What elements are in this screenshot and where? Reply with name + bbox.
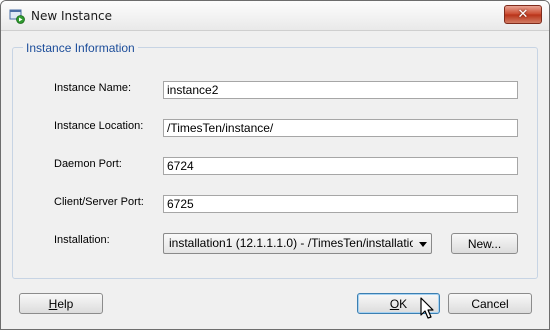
- client-server-port-label: Client/Server Port:: [54, 196, 144, 208]
- help-label-rest: elp: [57, 296, 74, 311]
- new-installation-button[interactable]: New...: [451, 233, 518, 254]
- instance-location-label: Instance Location:: [54, 120, 144, 132]
- window-title: New Instance: [31, 9, 113, 23]
- help-button[interactable]: Help: [19, 293, 103, 314]
- daemon-port-label: Daemon Port:: [54, 158, 122, 170]
- close-button[interactable]: ✕: [504, 5, 542, 24]
- chevron-down-icon: [419, 242, 427, 247]
- client-server-port-input[interactable]: [163, 195, 518, 213]
- ok-mnemonic: O: [389, 296, 400, 311]
- group-legend: Instance Information: [23, 41, 138, 55]
- instance-name-input[interactable]: [163, 81, 518, 99]
- cancel-button-label: Cancel: [471, 296, 509, 311]
- daemon-port-input[interactable]: [163, 157, 518, 175]
- close-icon: ✕: [517, 7, 529, 22]
- installation-select[interactable]: installation1 (12.1.1.1.0) - /TimesTen/i…: [163, 233, 432, 254]
- instance-name-label: Instance Name:: [54, 82, 132, 94]
- ok-label-rest: K: [399, 296, 408, 311]
- instance-location-input[interactable]: [163, 119, 518, 137]
- new-button-label: New...: [467, 236, 502, 251]
- cancel-button[interactable]: Cancel: [448, 293, 532, 314]
- installation-label: Installation:: [54, 234, 110, 246]
- new-instance-dialog: New Instance ✕ Instance Information Inst…: [0, 0, 550, 330]
- mouse-pointer-icon: [420, 297, 434, 319]
- title-bar[interactable]: New Instance ✕: [1, 1, 549, 31]
- help-mnemonic: H: [48, 296, 58, 311]
- installation-selected-value: installation1 (12.1.1.1.0) - /TimesTen/i…: [169, 236, 413, 250]
- app-window-icon: [9, 9, 25, 24]
